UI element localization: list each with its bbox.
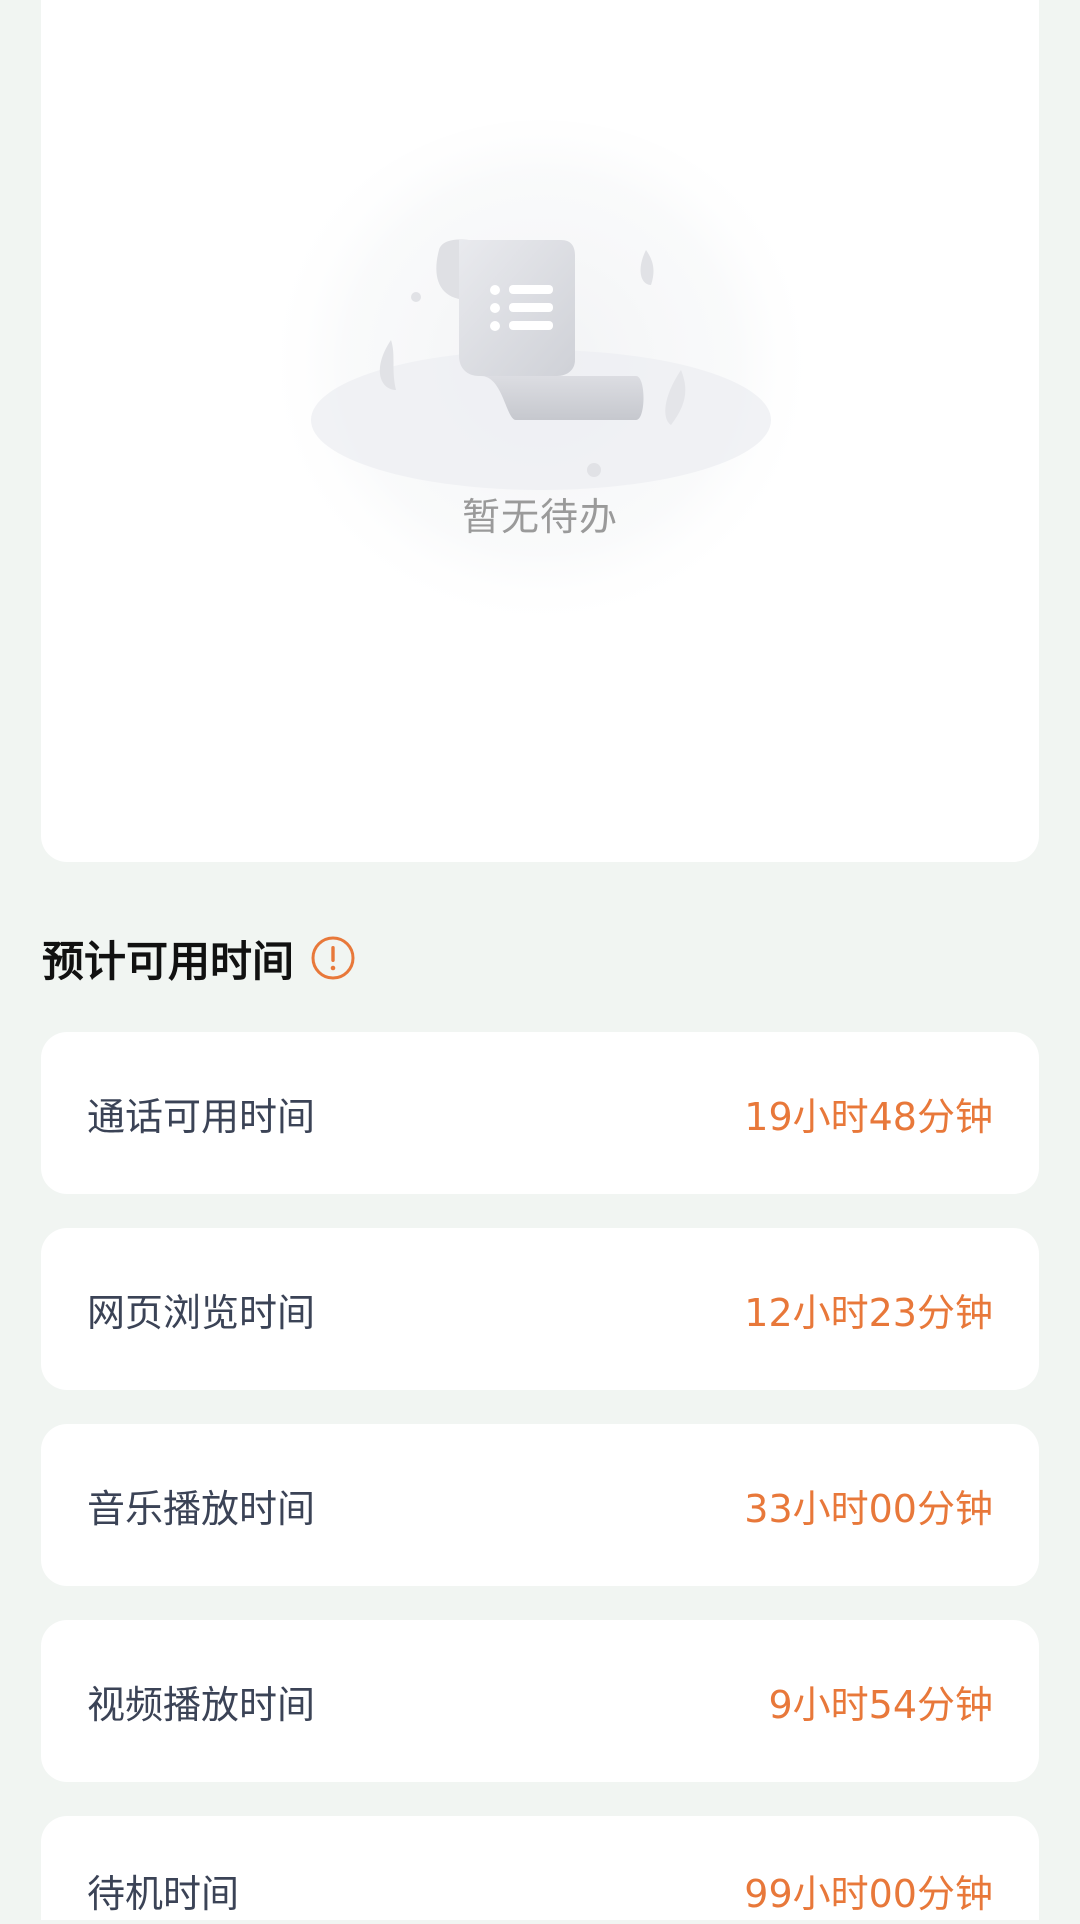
row-value: 19小时48分钟	[744, 1094, 993, 1139]
row-label: 视频播放时间	[87, 1682, 316, 1727]
video-playback-time-row: 视频播放时间 9小时54分钟	[41, 1620, 1039, 1782]
row-value: 12小时23分钟	[744, 1290, 993, 1335]
row-label: 音乐播放时间	[87, 1486, 316, 1531]
row-label: 网页浏览时间	[87, 1290, 316, 1335]
row-value: 9小时54分钟	[768, 1682, 993, 1727]
music-playback-time-row: 音乐播放时间 33小时00分钟	[41, 1424, 1039, 1586]
row-label: 通话可用时间	[87, 1094, 316, 1139]
todo-card: 暂无待办	[41, 0, 1039, 862]
info-circle-icon[interactable]	[310, 935, 356, 981]
section-title-text: 预计可用时间	[42, 936, 295, 986]
row-value: 99小时00分钟	[744, 1872, 993, 1916]
call-time-row: 通话可用时间 19小时48分钟	[41, 1032, 1039, 1194]
web-browsing-time-row: 网页浏览时间 12小时23分钟	[41, 1228, 1039, 1390]
estimated-time-section-title: 预计可用时间	[42, 928, 356, 988]
row-label: 待机时间	[87, 1872, 240, 1916]
empty-todo-illustration	[241, 120, 841, 680]
empty-todo-text: 暂无待办	[461, 495, 618, 539]
empty-list-icon	[261, 120, 821, 660]
row-value: 33小时00分钟	[744, 1486, 993, 1531]
standby-time-row: 待机时间 99小时00分钟	[41, 1816, 1039, 1920]
